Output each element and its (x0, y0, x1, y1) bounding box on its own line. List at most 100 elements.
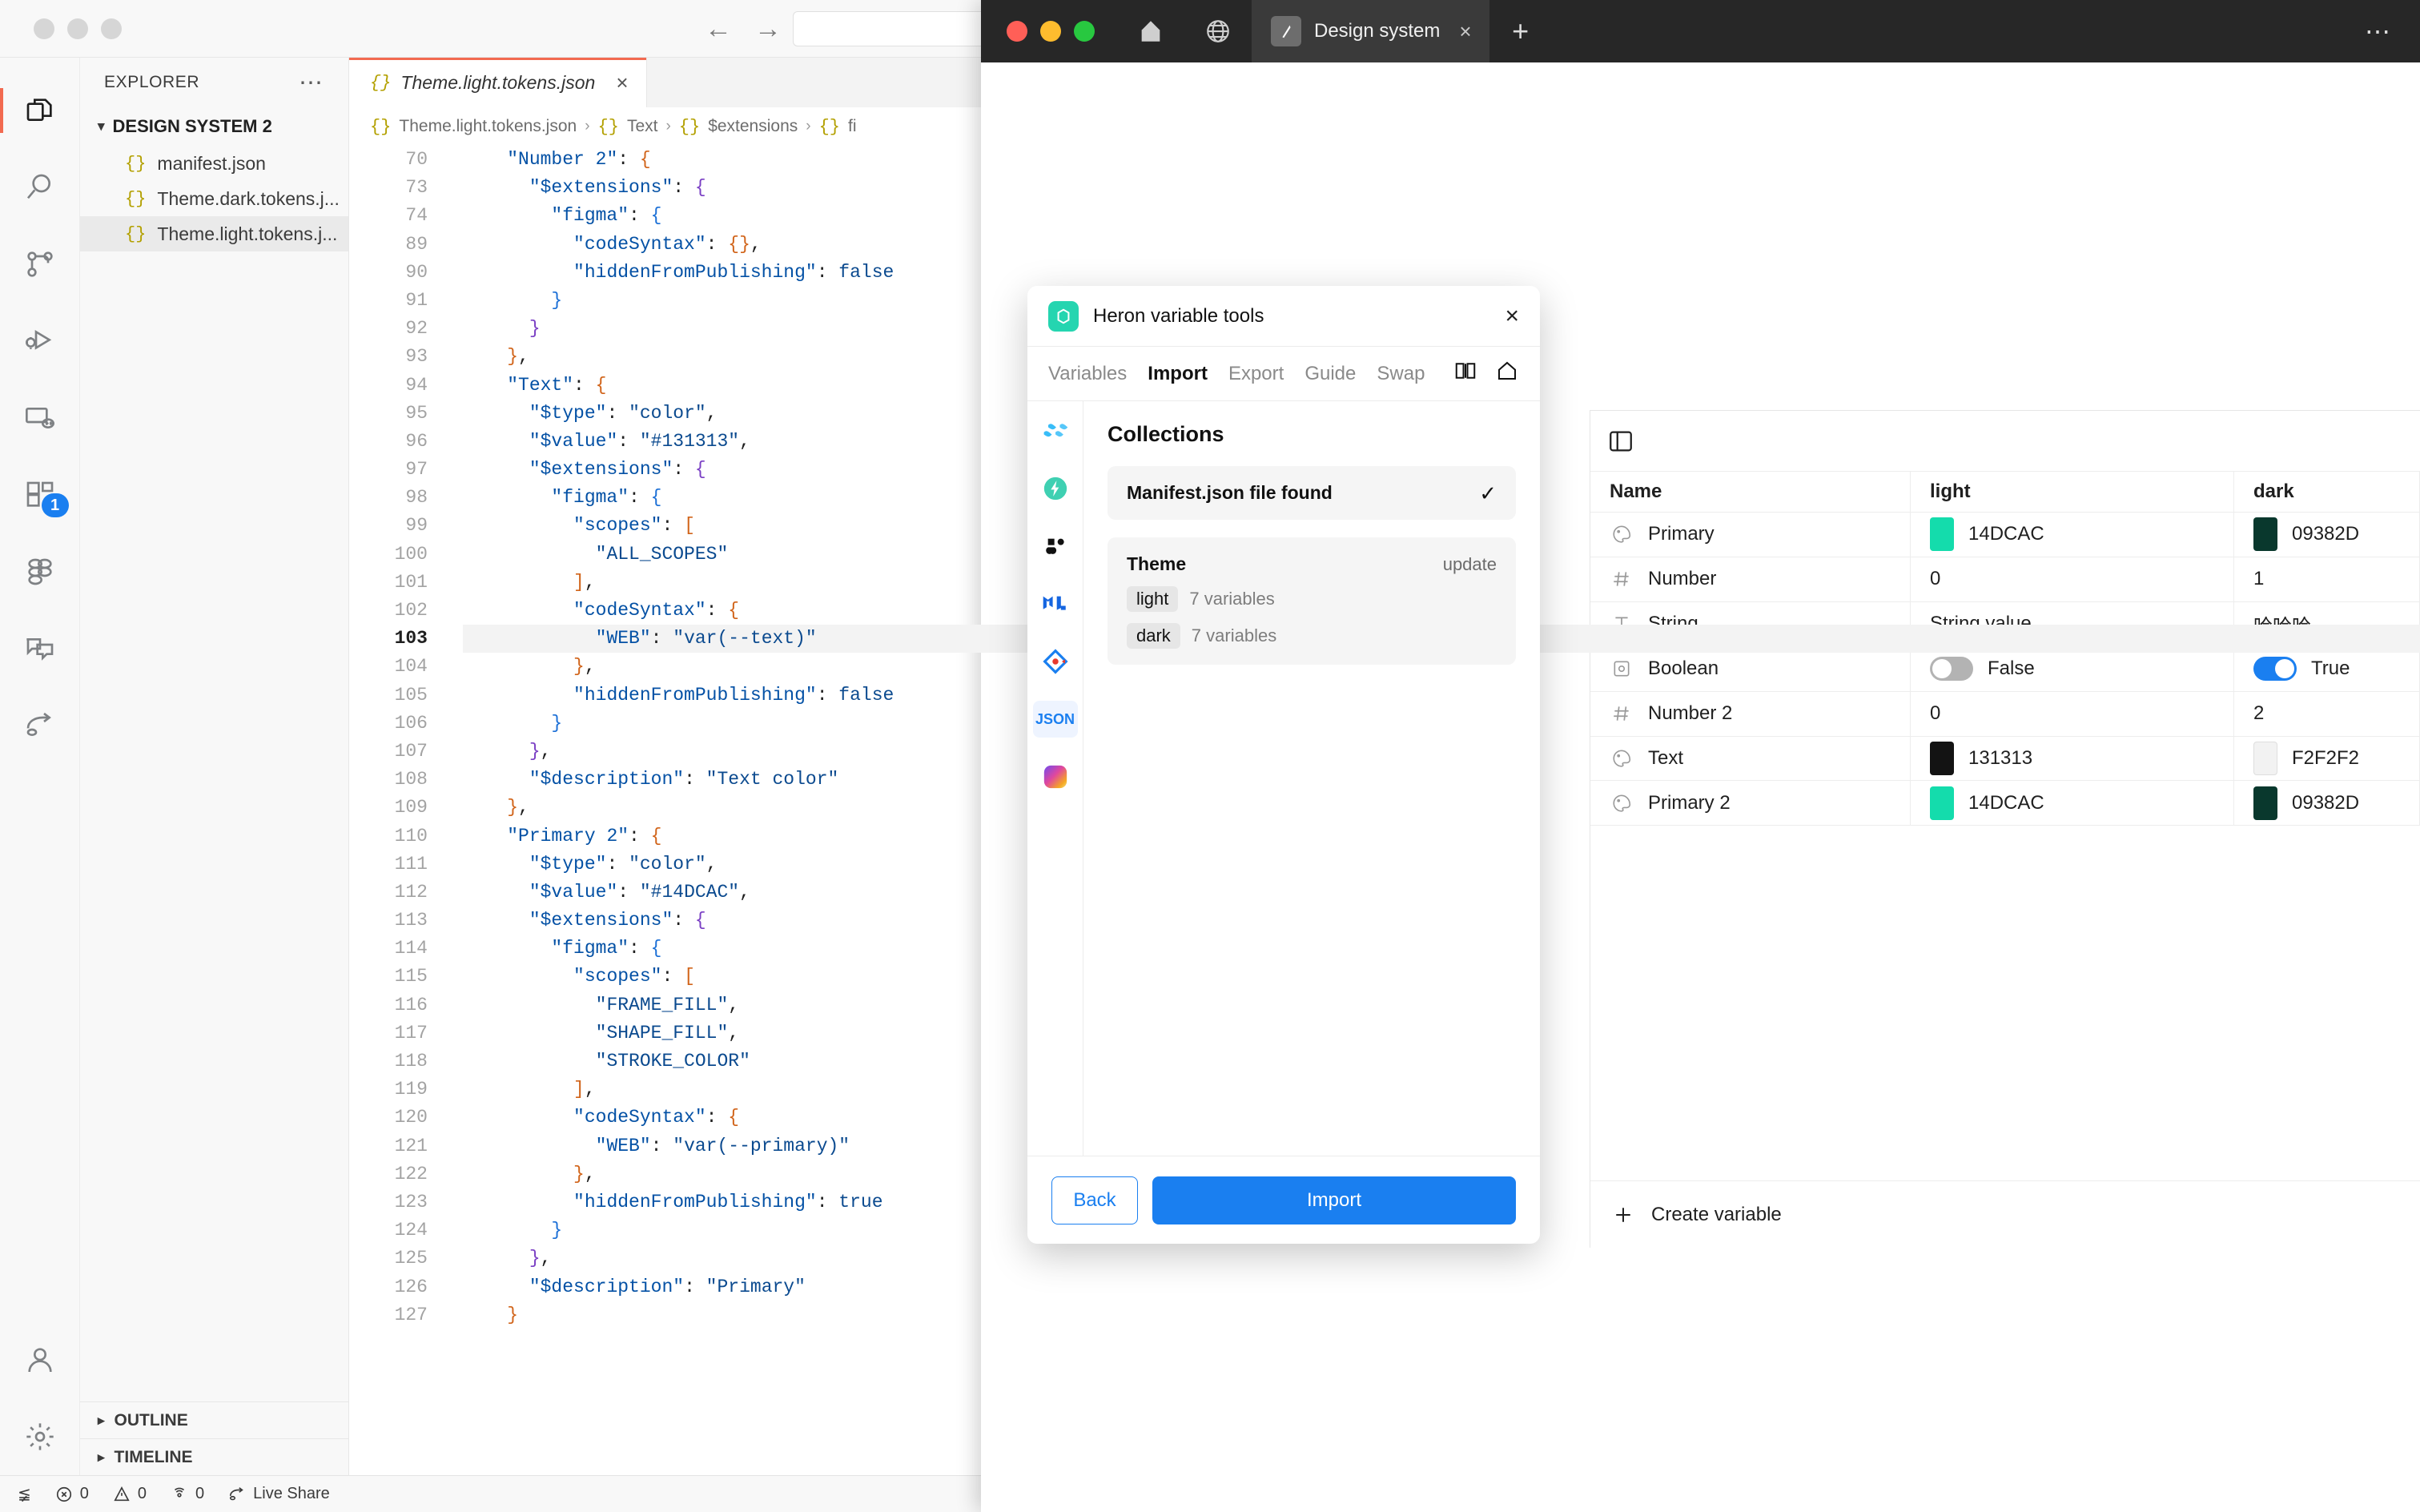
editor-tab-theme-light[interactable]: {} Theme.light.tokens.json × (349, 58, 647, 107)
json-icon[interactable]: JSON (1032, 701, 1078, 738)
json-file-icon: {} (125, 153, 147, 174)
status-live-share[interactable]: Live Share (228, 1485, 330, 1503)
sidebar-item-search[interactable] (0, 149, 80, 226)
line-number: 96 (405, 430, 428, 452)
error-count: 0 (79, 1485, 89, 1502)
browser-tab-design-system[interactable]: Design system × (1252, 0, 1489, 62)
account-icon[interactable] (0, 1321, 80, 1398)
close-window-button[interactable] (34, 18, 54, 39)
tab-export[interactable]: Export (1228, 363, 1284, 385)
file-item-manifest[interactable]: {} manifest.json (80, 146, 348, 181)
sidebar-item-explorer[interactable] (0, 72, 80, 149)
figma-file-icon (1271, 16, 1301, 46)
tab-swap[interactable]: Swap (1377, 363, 1425, 385)
dialog-title: Heron variable tools (1093, 304, 1264, 327)
sidebar-item-remote-explorer[interactable] (0, 380, 80, 456)
code-line[interactable]: "figma": { (463, 202, 2420, 230)
style-dictionary-icon[interactable] (1033, 643, 1078, 680)
minimize-window-button[interactable] (67, 18, 88, 39)
ellipsis-icon[interactable]: ⋯ (299, 70, 324, 94)
vscode-activity-bar: 1 (0, 58, 80, 1475)
sidebar-item-live-share[interactable] (0, 687, 80, 764)
code-line[interactable]: "Number 2": { (463, 146, 2420, 174)
workspace-root[interactable]: ▾ DESIGN SYSTEM 2 (80, 107, 348, 146)
line-number: 98 (405, 487, 428, 509)
tokens-studio-icon[interactable] (1033, 528, 1078, 565)
browser-titlebar: Design system × + ⋯ (981, 0, 2420, 62)
status-errors[interactable]: 0 (55, 1485, 89, 1503)
chevron-down-icon: ▾ (98, 119, 105, 134)
forward-arrow-icon[interactable]: → (754, 15, 782, 42)
status-ports[interactable]: 0 (171, 1485, 204, 1503)
home-icon[interactable] (1495, 359, 1519, 388)
sidebar-item-run-debug[interactable] (0, 303, 80, 380)
line-number: 114 (394, 938, 428, 959)
explorer-panel: EXPLORER ⋯ ▾ DESIGN SYSTEM 2 {} manifest… (80, 58, 349, 1475)
window-traffic-lights[interactable] (34, 18, 122, 39)
tab-label: Theme.light.tokens.json (400, 71, 596, 93)
line-number: 74 (405, 205, 428, 227)
sidebar-item-extensions[interactable]: 1 (0, 456, 80, 533)
close-icon[interactable]: × (1505, 304, 1519, 328)
heron-plugin-dialog: Heron variable tools × Variables Import … (1027, 286, 1540, 1244)
sidebar-item-comments[interactable] (0, 610, 80, 687)
line-number: 95 (405, 402, 428, 424)
tailwind-icon[interactable] (1033, 412, 1078, 449)
material-ui-icon[interactable] (1033, 585, 1078, 622)
line-number: 93 (405, 346, 428, 368)
tab-variables[interactable]: Variables (1048, 363, 1127, 385)
workspace-name: DESIGN SYSTEM 2 (112, 116, 272, 136)
file-item-theme-light[interactable]: {} Theme.light.tokens.j... (80, 216, 348, 251)
import-button[interactable]: Import (1152, 1176, 1516, 1224)
line-number-gutter: 70 73 74 89 90 91 92 93 94 95 96 97 98 99 100 101 102 103… (349, 146, 445, 1475)
maximize-window-button[interactable] (101, 18, 122, 39)
sidebar-item-figma[interactable] (0, 533, 80, 610)
file-item-theme-dark[interactable]: {} Theme.dark.tokens.j... (80, 181, 348, 216)
breadcrumb-item[interactable]: fi (848, 117, 857, 136)
breadcrumb-item[interactable]: $extensions (708, 117, 798, 136)
close-icon[interactable]: × (616, 70, 628, 95)
new-tab-button[interactable]: + (1489, 0, 1552, 62)
line-number: 102 (394, 600, 428, 621)
code-line[interactable]: "$description": "Primary" (463, 1273, 2420, 1301)
globe-icon[interactable] (1184, 0, 1252, 62)
dialog-tabs: Variables Import Export Guide Swap (1027, 347, 1540, 401)
bolt-icon[interactable] (1033, 470, 1078, 507)
minimize-window-button[interactable] (1040, 21, 1061, 42)
settings-gear-icon[interactable] (0, 1398, 80, 1475)
back-button[interactable]: Back (1051, 1176, 1138, 1224)
vscode-nav-arrows[interactable]: ← → (705, 15, 782, 42)
chevron-right-icon: ▸ (98, 1449, 105, 1465)
update-action[interactable]: update (1443, 554, 1497, 575)
code-line[interactable]: }, (463, 1245, 2420, 1273)
code-line[interactable]: } (463, 1301, 2420, 1329)
dialog-main: Collections Manifest.json file found ✓ T… (1083, 401, 1540, 1156)
remote-icon[interactable]: ≨ (18, 1484, 31, 1504)
breadcrumb-item[interactable]: Text (627, 117, 658, 136)
browser-traffic-lights[interactable] (981, 21, 1117, 42)
code-line[interactable]: "codeSyntax": {}, (463, 231, 2420, 259)
tab-import[interactable]: Import (1148, 363, 1208, 385)
panel-timeline[interactable]: ▸ TIMELINE (80, 1438, 348, 1475)
close-window-button[interactable] (1007, 21, 1027, 42)
maximize-window-button[interactable] (1074, 21, 1095, 42)
breadcrumb-item[interactable]: Theme.light.tokens.json (399, 117, 577, 136)
tab-guide[interactable]: Guide (1304, 363, 1356, 385)
close-icon[interactable]: × (1459, 19, 1471, 44)
line-number: 94 (405, 374, 428, 396)
browser-menu-icon[interactable]: ⋯ (2365, 18, 2420, 44)
sidebar-item-source-control[interactable] (0, 226, 80, 303)
status-warnings[interactable]: 0 (113, 1485, 147, 1503)
plugin-format-rail: JSON (1027, 401, 1083, 1156)
back-arrow-icon[interactable]: ← (705, 15, 732, 42)
code-line[interactable]: "$extensions": { (463, 174, 2420, 202)
panel-outline[interactable]: ▸ OUTLINE (80, 1401, 348, 1438)
book-icon[interactable] (1453, 359, 1477, 388)
line-number: 104 (394, 656, 428, 678)
line-number: 121 (394, 1135, 428, 1156)
home-icon[interactable] (1117, 0, 1184, 62)
warning-count: 0 (137, 1485, 147, 1502)
code-line[interactable]: "hiddenFromPublishing": false (463, 259, 2420, 287)
gradient-app-icon[interactable] (1033, 758, 1078, 795)
chevron-right-icon: › (665, 118, 671, 135)
